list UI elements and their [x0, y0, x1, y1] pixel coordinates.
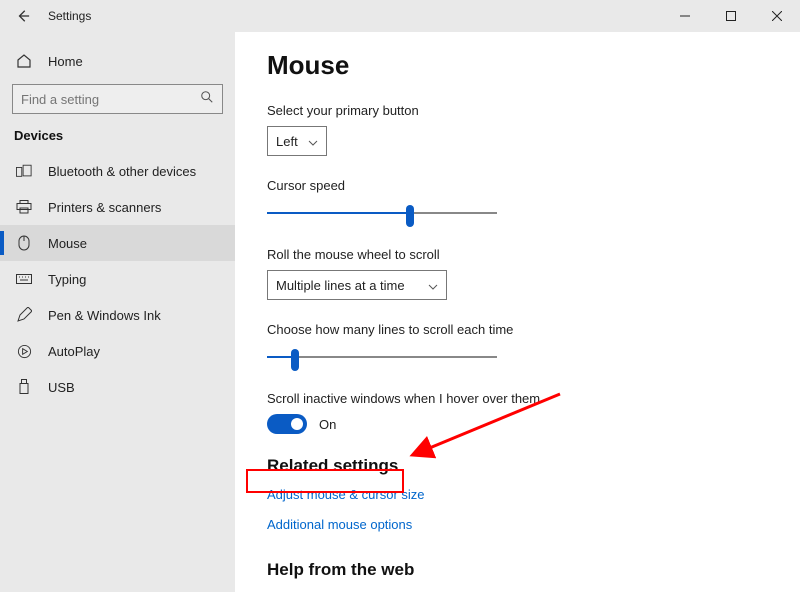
related-settings-header: Related settings	[267, 456, 768, 476]
home-link[interactable]: Home	[0, 44, 235, 78]
close-button[interactable]	[754, 0, 800, 32]
mouse-icon	[14, 235, 34, 251]
scroll-inactive-label: Scroll inactive windows when I hover ove…	[267, 391, 768, 406]
devices-icon	[14, 164, 34, 178]
minimize-button[interactable]	[662, 0, 708, 32]
cursor-speed-slider[interactable]	[267, 201, 497, 225]
scroll-inactive-state: On	[319, 417, 336, 432]
sidebar-item-label: Bluetooth & other devices	[48, 164, 196, 179]
pen-icon	[14, 307, 34, 323]
maximize-button[interactable]	[708, 0, 754, 32]
slider-fill	[267, 212, 410, 214]
search-box[interactable]	[12, 84, 223, 114]
window-controls	[662, 0, 800, 32]
help-web-header: Help from the web	[267, 560, 768, 580]
primary-button-label: Select your primary button	[267, 103, 768, 118]
primary-button-value: Left	[276, 134, 298, 149]
link-additional-mouse-options[interactable]: Additional mouse options	[267, 517, 412, 532]
lines-scroll-label: Choose how many lines to scroll each tim…	[267, 322, 768, 337]
search-icon	[200, 90, 214, 109]
back-button[interactable]	[12, 5, 34, 27]
sidebar-item-label: AutoPlay	[48, 344, 100, 359]
roll-wheel-label: Roll the mouse wheel to scroll	[267, 247, 768, 262]
sidebar-item-label: Pen & Windows Ink	[48, 308, 161, 323]
titlebar: Settings	[0, 0, 800, 32]
back-arrow-icon	[16, 9, 30, 23]
search-input[interactable]	[21, 92, 200, 107]
sidebar-item-label: Typing	[48, 272, 86, 287]
primary-button-select[interactable]: Left	[267, 126, 327, 156]
sidebar-item-usb[interactable]: USB	[0, 369, 235, 405]
home-label: Home	[48, 54, 83, 69]
sidebar-category-header: Devices	[0, 128, 235, 153]
autoplay-icon	[14, 344, 34, 359]
main-panel: Mouse Select your primary button Left Cu…	[235, 32, 800, 592]
roll-wheel-value: Multiple lines at a time	[276, 278, 418, 293]
cursor-speed-label: Cursor speed	[267, 178, 768, 193]
usb-icon	[14, 379, 34, 395]
home-icon	[14, 53, 34, 69]
lines-scroll-slider[interactable]	[267, 345, 497, 369]
sidebar-item-printers[interactable]: Printers & scanners	[0, 189, 235, 225]
slider-thumb[interactable]	[406, 205, 414, 227]
keyboard-icon	[14, 273, 34, 285]
sidebar-item-bluetooth[interactable]: Bluetooth & other devices	[0, 153, 235, 189]
sidebar-item-autoplay[interactable]: AutoPlay	[0, 333, 235, 369]
toggle-knob	[291, 418, 303, 430]
page-title: Mouse	[267, 50, 768, 81]
sidebar-item-mouse[interactable]: Mouse	[0, 225, 235, 261]
chevron-down-icon	[428, 278, 438, 293]
sidebar-item-typing[interactable]: Typing	[0, 261, 235, 297]
slider-thumb[interactable]	[291, 349, 299, 371]
sidebar-item-label: USB	[48, 380, 75, 395]
roll-wheel-select[interactable]: Multiple lines at a time	[267, 270, 447, 300]
printer-icon	[14, 200, 34, 214]
sidebar: Home Devices Bluetooth & other devices P…	[0, 32, 235, 592]
chevron-down-icon	[308, 134, 318, 149]
slider-track	[267, 356, 497, 358]
scroll-inactive-toggle[interactable]	[267, 414, 307, 434]
sidebar-item-pen[interactable]: Pen & Windows Ink	[0, 297, 235, 333]
link-adjust-cursor-size[interactable]: Adjust mouse & cursor size	[267, 487, 425, 502]
window-title: Settings	[48, 9, 91, 23]
sidebar-item-label: Printers & scanners	[48, 200, 161, 215]
sidebar-item-label: Mouse	[48, 236, 87, 251]
